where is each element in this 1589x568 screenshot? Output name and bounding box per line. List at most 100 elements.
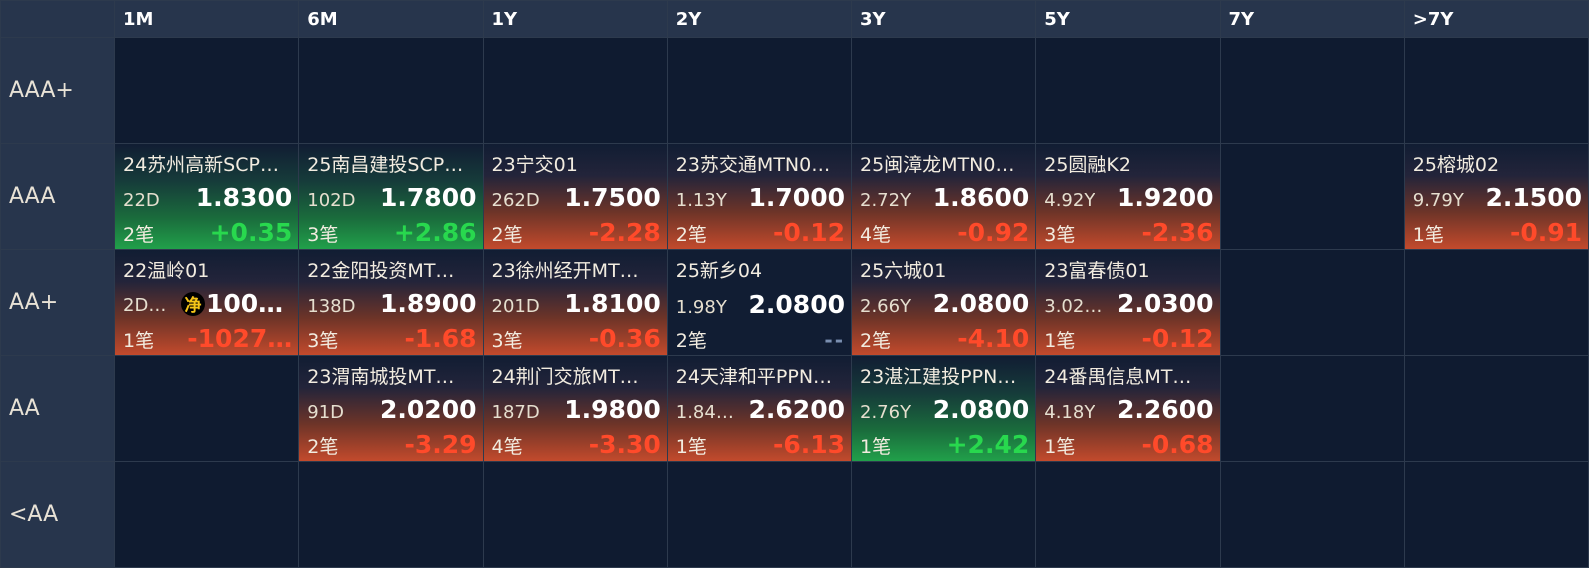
bond-term: 187D <box>491 402 540 423</box>
bond-name: 23富春债01 <box>1044 260 1150 282</box>
bond-term-price-row: 138D 1.8900 <box>307 289 476 318</box>
bond-price-wrap: 净 100.… <box>181 289 292 318</box>
bond-term-price-row: 1.13Y 1.7000 <box>676 183 845 212</box>
row-header-4[interactable]: <AA <box>1 462 114 567</box>
trade-count: 2笔 <box>491 224 523 246</box>
matrix-cell: 22金阳投资MT… 138D 1.8900 3笔 -1.68 <box>299 250 483 355</box>
bond-tile[interactable]: 23苏交通MTN0… 1.13Y 1.7000 2笔 -0.12 <box>667 144 851 249</box>
bond-price-wrap: 2.2600 <box>1117 395 1213 424</box>
bond-count-change-row: 1笔 -0.12 <box>1044 324 1213 353</box>
bond-tile[interactable]: 23渭南城投MT… 91D 2.0200 2笔 -3.29 <box>299 356 483 461</box>
row-header-1[interactable]: AAA <box>1 144 114 249</box>
bond-yield: 2.0800 <box>748 290 845 319</box>
matrix-cell <box>1220 462 1404 567</box>
matrix-cell: 25南昌建投SCP… 102D 1.7800 3笔 +2.86 <box>299 144 483 249</box>
bond-tile[interactable]: 23湛江建投PPN… 2.76Y 2.0800 1笔 +2.42 <box>852 356 1036 461</box>
bond-term: 2.76Y <box>860 402 912 423</box>
bond-yield: 1.7000 <box>748 183 845 212</box>
bond-tile[interactable]: 25南昌建投SCP… 102D 1.7800 3笔 +2.86 <box>299 144 483 249</box>
bond-term-price-row: 1.98Y 2.0800 <box>676 290 845 319</box>
bond-yield: 1.9200 <box>1117 183 1214 212</box>
row-header-0[interactable]: AAA+ <box>1 38 114 143</box>
trade-count: 2笔 <box>675 330 707 352</box>
column-header-3[interactable]: 2Y <box>667 1 851 37</box>
bond-term: 3.02… <box>1044 296 1103 317</box>
column-header-5[interactable]: 5Y <box>1036 1 1220 37</box>
column-header-7[interactable]: >7Y <box>1404 1 1588 37</box>
column-header-1[interactable]: 6M <box>299 1 483 37</box>
bond-term-price-row: 2.66Y 2.0800 <box>860 289 1029 318</box>
bond-name: 25南昌建投SCP… <box>307 154 464 176</box>
bond-price-wrap: 1.9200 <box>1117 183 1213 212</box>
bond-term: 1.98Y <box>675 297 727 318</box>
matrix-cell <box>299 462 483 567</box>
bond-tile[interactable]: 25闽漳龙MTN0… 2.72Y 1.8600 4笔 -0.92 <box>852 144 1036 249</box>
bond-name: 23宁交01 <box>491 154 578 176</box>
bond-tile[interactable]: 25新乡04 1.98Y 2.0800 2笔 -- <box>667 250 851 355</box>
yield-change-bp: -1027… <box>187 324 293 353</box>
bond-tile[interactable]: 25圆融K2 4.92Y 1.9200 3笔 -2.36 <box>1036 144 1220 249</box>
bond-term-price-row: 4.92Y 1.9200 <box>1044 183 1213 212</box>
bond-yield: 1.8900 <box>380 289 477 318</box>
bond-tile[interactable]: 24荆门交旅MT… 187D 1.9800 4笔 -3.30 <box>483 356 667 461</box>
matrix-cell <box>852 38 1036 143</box>
bond-price-wrap: 1.7000 <box>749 183 845 212</box>
matrix-cell <box>852 462 1036 567</box>
bond-term: 102D <box>307 190 356 211</box>
bond-count-change-row: 1笔 -0.68 <box>1044 430 1213 459</box>
bond-tile[interactable]: 23宁交01 262D 1.7500 2笔 -2.28 <box>483 144 667 249</box>
trade-count: 2笔 <box>307 436 339 458</box>
bond-term-price-row: 4.18Y 2.2600 <box>1044 395 1213 424</box>
yield-change-bp: -4.10 <box>957 324 1030 353</box>
matrix-cell <box>115 356 299 461</box>
bond-rating-term-matrix: 1M 6M 1Y 2Y 3Y 5Y 7Y >7Y AAA+ AAA 24苏州高新SCP… 22D 1.8… <box>0 0 1589 568</box>
bond-term-price-row: 22D 1.8300 <box>123 183 292 212</box>
bond-tile[interactable]: 23徐州经开MT… 201D 1.8100 3笔 -0.36 <box>483 250 667 355</box>
bond-tile[interactable]: 24番禺信息MT… 4.18Y 2.2600 1笔 -0.68 <box>1036 356 1220 461</box>
row-header-2[interactable]: AA+ <box>1 250 114 355</box>
matrix-cell <box>1404 250 1588 355</box>
matrix-cell: 24番禺信息MT… 4.18Y 2.2600 1笔 -0.68 <box>1036 356 1220 461</box>
column-header-0[interactable]: 1M <box>115 1 299 37</box>
bond-tile[interactable]: 25榕城02 9.79Y 2.1500 1笔 -0.91 <box>1404 144 1588 249</box>
bond-tile[interactable]: 24天津和平PPN… 1.84… 2.6200 1笔 -6.13 <box>667 356 851 461</box>
matrix-cell <box>1220 250 1404 355</box>
bond-tile[interactable]: 22金阳投资MT… 138D 1.8900 3笔 -1.68 <box>299 250 483 355</box>
net-price-badge: 净 <box>181 291 205 316</box>
bond-price-wrap: 2.1500 <box>1486 183 1582 212</box>
trade-count: 2笔 <box>123 224 155 246</box>
column-header-2[interactable]: 1Y <box>483 1 667 37</box>
bond-name: 23苏交通MTN0… <box>675 154 831 176</box>
bond-count-change-row: 2笔 -2.28 <box>492 218 661 247</box>
bond-price-wrap: 1.8600 <box>933 183 1029 212</box>
bond-count-change-row: 1笔 -6.13 <box>676 430 845 459</box>
bond-term: 1.84… <box>675 402 734 423</box>
bond-tile[interactable]: 23富春债01 3.02… 2.0300 1笔 -0.12 <box>1036 250 1220 355</box>
matrix-cell: 22温岭01 2D+… 净 100.… 1笔 -1027… <box>115 250 299 355</box>
bond-count-change-row: 2笔 +0.35 <box>123 218 292 247</box>
bond-tile[interactable]: 22温岭01 2D+… 净 100.… 1笔 -1027… <box>115 250 299 355</box>
bond-price-wrap: 1.8900 <box>380 289 476 318</box>
matrix-cell: 24天津和平PPN… 1.84… 2.6200 1笔 -6.13 <box>667 356 851 461</box>
bond-tile[interactable]: 25六城01 2.66Y 2.0800 2笔 -4.10 <box>852 250 1036 355</box>
row-header-3[interactable]: AA <box>1 356 114 461</box>
bond-price-wrap: 2.0800 <box>933 395 1029 424</box>
column-header-6[interactable]: 7Y <box>1220 1 1404 37</box>
trade-count: 4笔 <box>860 224 892 246</box>
bond-yield: 2.2600 <box>1117 395 1214 424</box>
matrix-corner <box>1 1 114 37</box>
bond-tile[interactable]: 24苏州高新SCP… 22D 1.8300 2笔 +0.35 <box>115 144 299 249</box>
trade-count: 4笔 <box>491 436 523 458</box>
column-header-4[interactable]: 3Y <box>852 1 1036 37</box>
bond-price-wrap: 1.7800 <box>380 183 476 212</box>
bond-yield: 2.0300 <box>1117 289 1214 318</box>
bond-yield: 2.6200 <box>748 395 845 424</box>
trade-count: 3笔 <box>491 330 523 352</box>
bond-term-price-row: 3.02… 2.0300 <box>1044 289 1213 318</box>
matrix-cell: 25榕城02 9.79Y 2.1500 1笔 -0.91 <box>1404 144 1588 249</box>
bond-term: 138D <box>307 296 356 317</box>
matrix-cell: 25新乡04 1.98Y 2.0800 2笔 -- <box>667 250 851 355</box>
bond-term: 2D+… <box>123 295 182 316</box>
bond-term: 262D <box>491 190 540 211</box>
trade-count: 1笔 <box>1044 436 1076 458</box>
